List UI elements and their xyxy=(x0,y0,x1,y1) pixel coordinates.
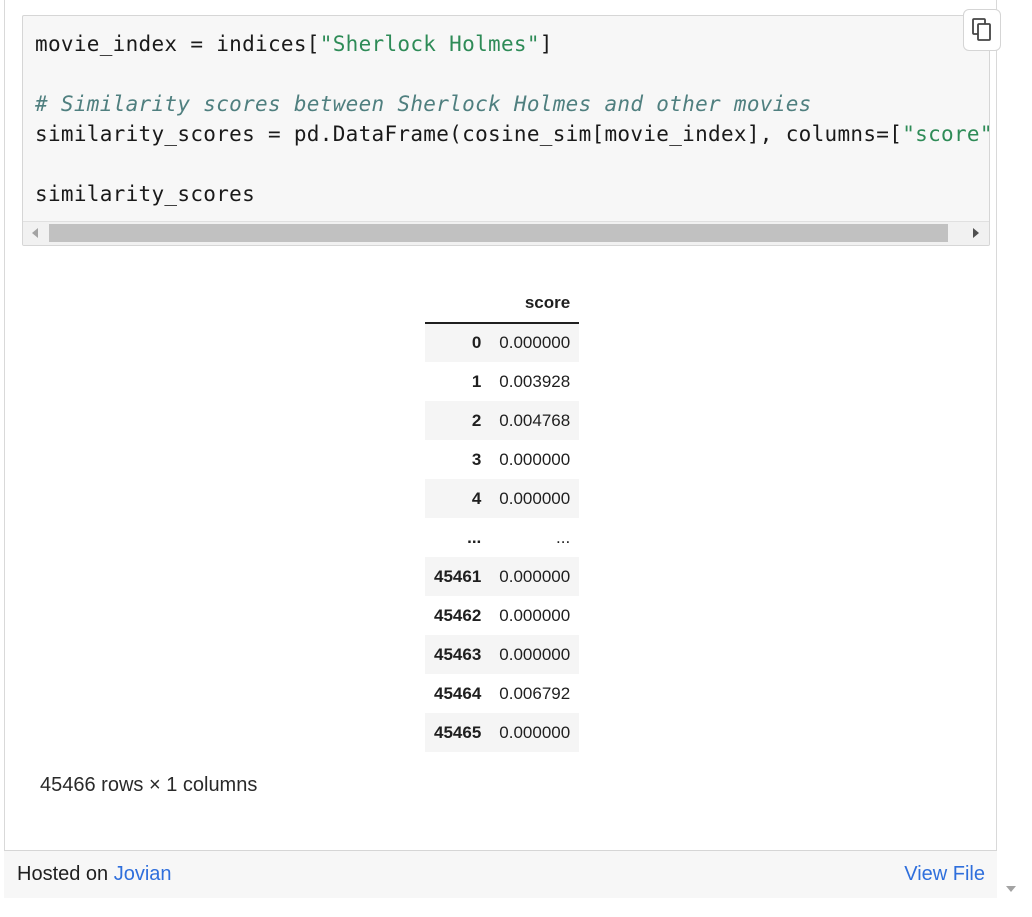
page-scrollbar[interactable] xyxy=(1002,0,1020,898)
view-file-link[interactable]: View File xyxy=(904,863,985,886)
table-row: 3 0.000000 xyxy=(425,440,580,479)
horizontal-scrollbar[interactable] xyxy=(23,221,989,245)
index-header xyxy=(425,284,491,324)
score-cell: 0.000000 xyxy=(499,644,571,664)
row-index: 45464 xyxy=(434,683,482,703)
table-row: 4 0.000000 xyxy=(425,479,580,518)
table-row-ellipsis: ... ... xyxy=(425,518,580,557)
code-text: similarity_scores = pd.DataFrame(cosine_… xyxy=(35,122,903,146)
table-row: 1 0.003928 xyxy=(425,362,580,401)
row-index: 4 xyxy=(471,488,482,508)
code-string: "score" xyxy=(902,122,989,146)
score-cell: 0.000000 xyxy=(499,488,571,508)
row-index: 3 xyxy=(471,449,482,469)
table-row: 45462 0.000000 xyxy=(425,596,580,635)
row-index: 0 xyxy=(471,333,482,352)
row-index: 45463 xyxy=(434,644,482,664)
table-row: 45465 0.000000 xyxy=(425,713,580,752)
row-index: 45462 xyxy=(434,605,482,625)
hosted-prefix: Hosted on xyxy=(17,863,114,885)
jovian-link[interactable]: Jovian xyxy=(114,863,172,885)
table-header-row: score xyxy=(425,284,580,324)
row-index: 1 xyxy=(471,371,482,391)
row-index: 45461 xyxy=(434,566,482,586)
code-editor[interactable]: movie_index = indices["Sherlock Holmes"]… xyxy=(23,16,989,222)
code-line-4: similarity_scores xyxy=(35,182,256,206)
score-cell: 0.000000 xyxy=(499,605,571,625)
table-row: 0 0.000000 xyxy=(425,323,580,362)
code-line-3: similarity_scores = pd.DataFrame(cosine_… xyxy=(35,122,989,146)
row-index: ... xyxy=(467,527,482,547)
row-index: 2 xyxy=(471,410,482,430)
row-index: 45465 xyxy=(434,722,482,742)
code-cell[interactable]: movie_index = indices["Sherlock Holmes"]… xyxy=(22,15,990,246)
notebook-embed-frame: movie_index = indices["Sherlock Holmes"]… xyxy=(4,0,1001,898)
score-cell: 0.003928 xyxy=(499,371,571,391)
scroll-left-arrow-icon[interactable] xyxy=(32,228,38,238)
code-text: movie_index = indices[ xyxy=(35,32,320,56)
code-text: ] xyxy=(539,32,553,56)
code-line-1: movie_index = indices["Sherlock Holmes"] xyxy=(35,32,553,56)
score-cell: 0.004768 xyxy=(499,410,571,430)
code-string: "Sherlock Holmes" xyxy=(319,32,540,56)
score-cell: 0.000000 xyxy=(499,722,571,742)
scroll-down-arrow-icon[interactable] xyxy=(1006,886,1016,892)
hosted-on-text: Hosted on Jovian xyxy=(17,863,172,886)
score-cell: 0.006792 xyxy=(499,683,571,703)
scrollbar-thumb[interactable] xyxy=(49,224,948,242)
table-row: 2 0.004768 xyxy=(425,401,580,440)
score-cell: 0.000000 xyxy=(499,449,571,469)
score-cell: ... xyxy=(556,527,571,547)
scroll-right-arrow-icon[interactable] xyxy=(973,228,979,238)
dataframe-shape: 45466 rows × 1 columns xyxy=(40,774,258,796)
code-comment: # Similarity scores between Sherlock Hol… xyxy=(35,92,812,116)
score-cell: 0.000000 xyxy=(499,566,571,586)
copy-icon xyxy=(972,18,991,41)
score-cell: 0.000000 xyxy=(499,333,571,352)
copy-button[interactable] xyxy=(963,9,1001,51)
table-row: 45464 0.006792 xyxy=(425,674,580,713)
table-row: 45461 0.000000 xyxy=(425,557,580,596)
table-row: 45463 0.000000 xyxy=(425,635,580,674)
embed-footer: Hosted on Jovian View File xyxy=(4,850,997,898)
dataframe-table: score 0 0.000000 1 0.003928 2 0.004768 3 xyxy=(425,284,580,752)
score-column-header: score xyxy=(490,284,580,324)
